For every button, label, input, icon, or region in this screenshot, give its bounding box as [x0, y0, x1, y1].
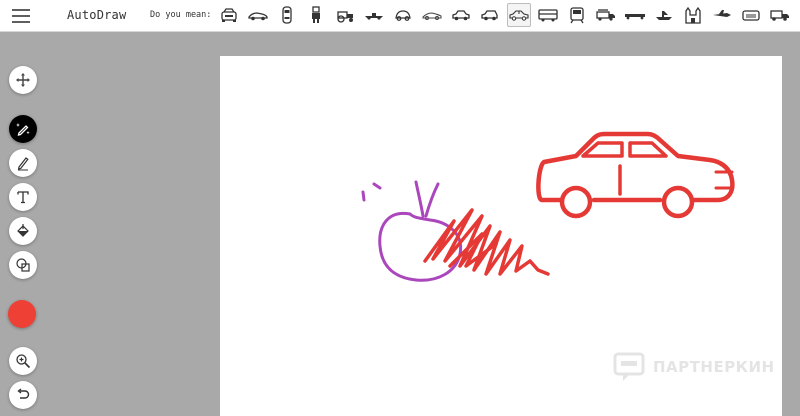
- watermark-text: ПАРТНЕРКИН: [653, 358, 775, 376]
- watermark-logo-icon: [613, 352, 645, 381]
- beetle-car-icon[interactable]: [391, 3, 415, 27]
- suggestion-strip: [217, 3, 792, 29]
- tractor-icon[interactable]: [333, 3, 357, 27]
- type-tool-button[interactable]: [9, 183, 37, 211]
- watermark: ПАРТНЕРКИН: [613, 352, 775, 382]
- fighter-jet-icon[interactable]: [710, 3, 734, 27]
- sedan-icon[interactable]: [449, 3, 473, 27]
- zoom-tool-button[interactable]: [9, 347, 37, 375]
- menu-icon[interactable]: [10, 6, 32, 26]
- fill-tool-button[interactable]: [9, 217, 37, 245]
- drawing-canvas[interactable]: ПАРТНЕРКИН: [220, 56, 782, 416]
- text-icon: [17, 191, 29, 204]
- robot-icon[interactable]: [304, 3, 328, 27]
- limousine-icon[interactable]: [623, 3, 647, 27]
- car-front-icon[interactable]: [217, 3, 241, 27]
- red-scribble-stroke: [423, 208, 550, 276]
- top-bar: AutoDraw Do you mean:: [0, 0, 800, 32]
- fire-truck-icon[interactable]: [594, 3, 618, 27]
- castle-icon[interactable]: [681, 3, 705, 27]
- draw-tool-button[interactable]: [9, 149, 37, 177]
- ship-icon[interactable]: [652, 3, 676, 27]
- bus-icon[interactable]: [536, 3, 560, 27]
- hatchback-icon[interactable]: [478, 3, 502, 27]
- autodraw-tool-button[interactable]: [9, 115, 37, 143]
- train-icon[interactable]: [565, 3, 589, 27]
- move-tool-button[interactable]: [9, 66, 37, 94]
- undo-tool-button[interactable]: [9, 381, 37, 409]
- red-car-drawing: [536, 131, 735, 219]
- color-picker-button[interactable]: [8, 300, 36, 328]
- zoom-in-icon: [16, 354, 31, 369]
- f1-car-icon[interactable]: [362, 3, 386, 27]
- move-icon: [16, 73, 30, 87]
- car-front-grille-icon[interactable]: [739, 3, 763, 27]
- paint-bucket-icon: [17, 224, 29, 237]
- shapes-icon: [16, 258, 30, 272]
- shape-tool-button[interactable]: [9, 251, 37, 279]
- app-title: AutoDraw: [67, 8, 127, 22]
- car-top-view-icon[interactable]: [275, 3, 299, 27]
- sports-car-icon[interactable]: [420, 3, 444, 27]
- suggestions-label: Do you mean:: [150, 10, 212, 20]
- race-car-icon[interactable]: [246, 3, 270, 27]
- sedan-outline-icon[interactable]: [507, 3, 531, 27]
- pencil-icon: [17, 157, 29, 171]
- undo-icon: [17, 388, 30, 399]
- autodraw-sparkle-pen-icon: [16, 123, 30, 136]
- dump-truck-icon[interactable]: [768, 3, 792, 27]
